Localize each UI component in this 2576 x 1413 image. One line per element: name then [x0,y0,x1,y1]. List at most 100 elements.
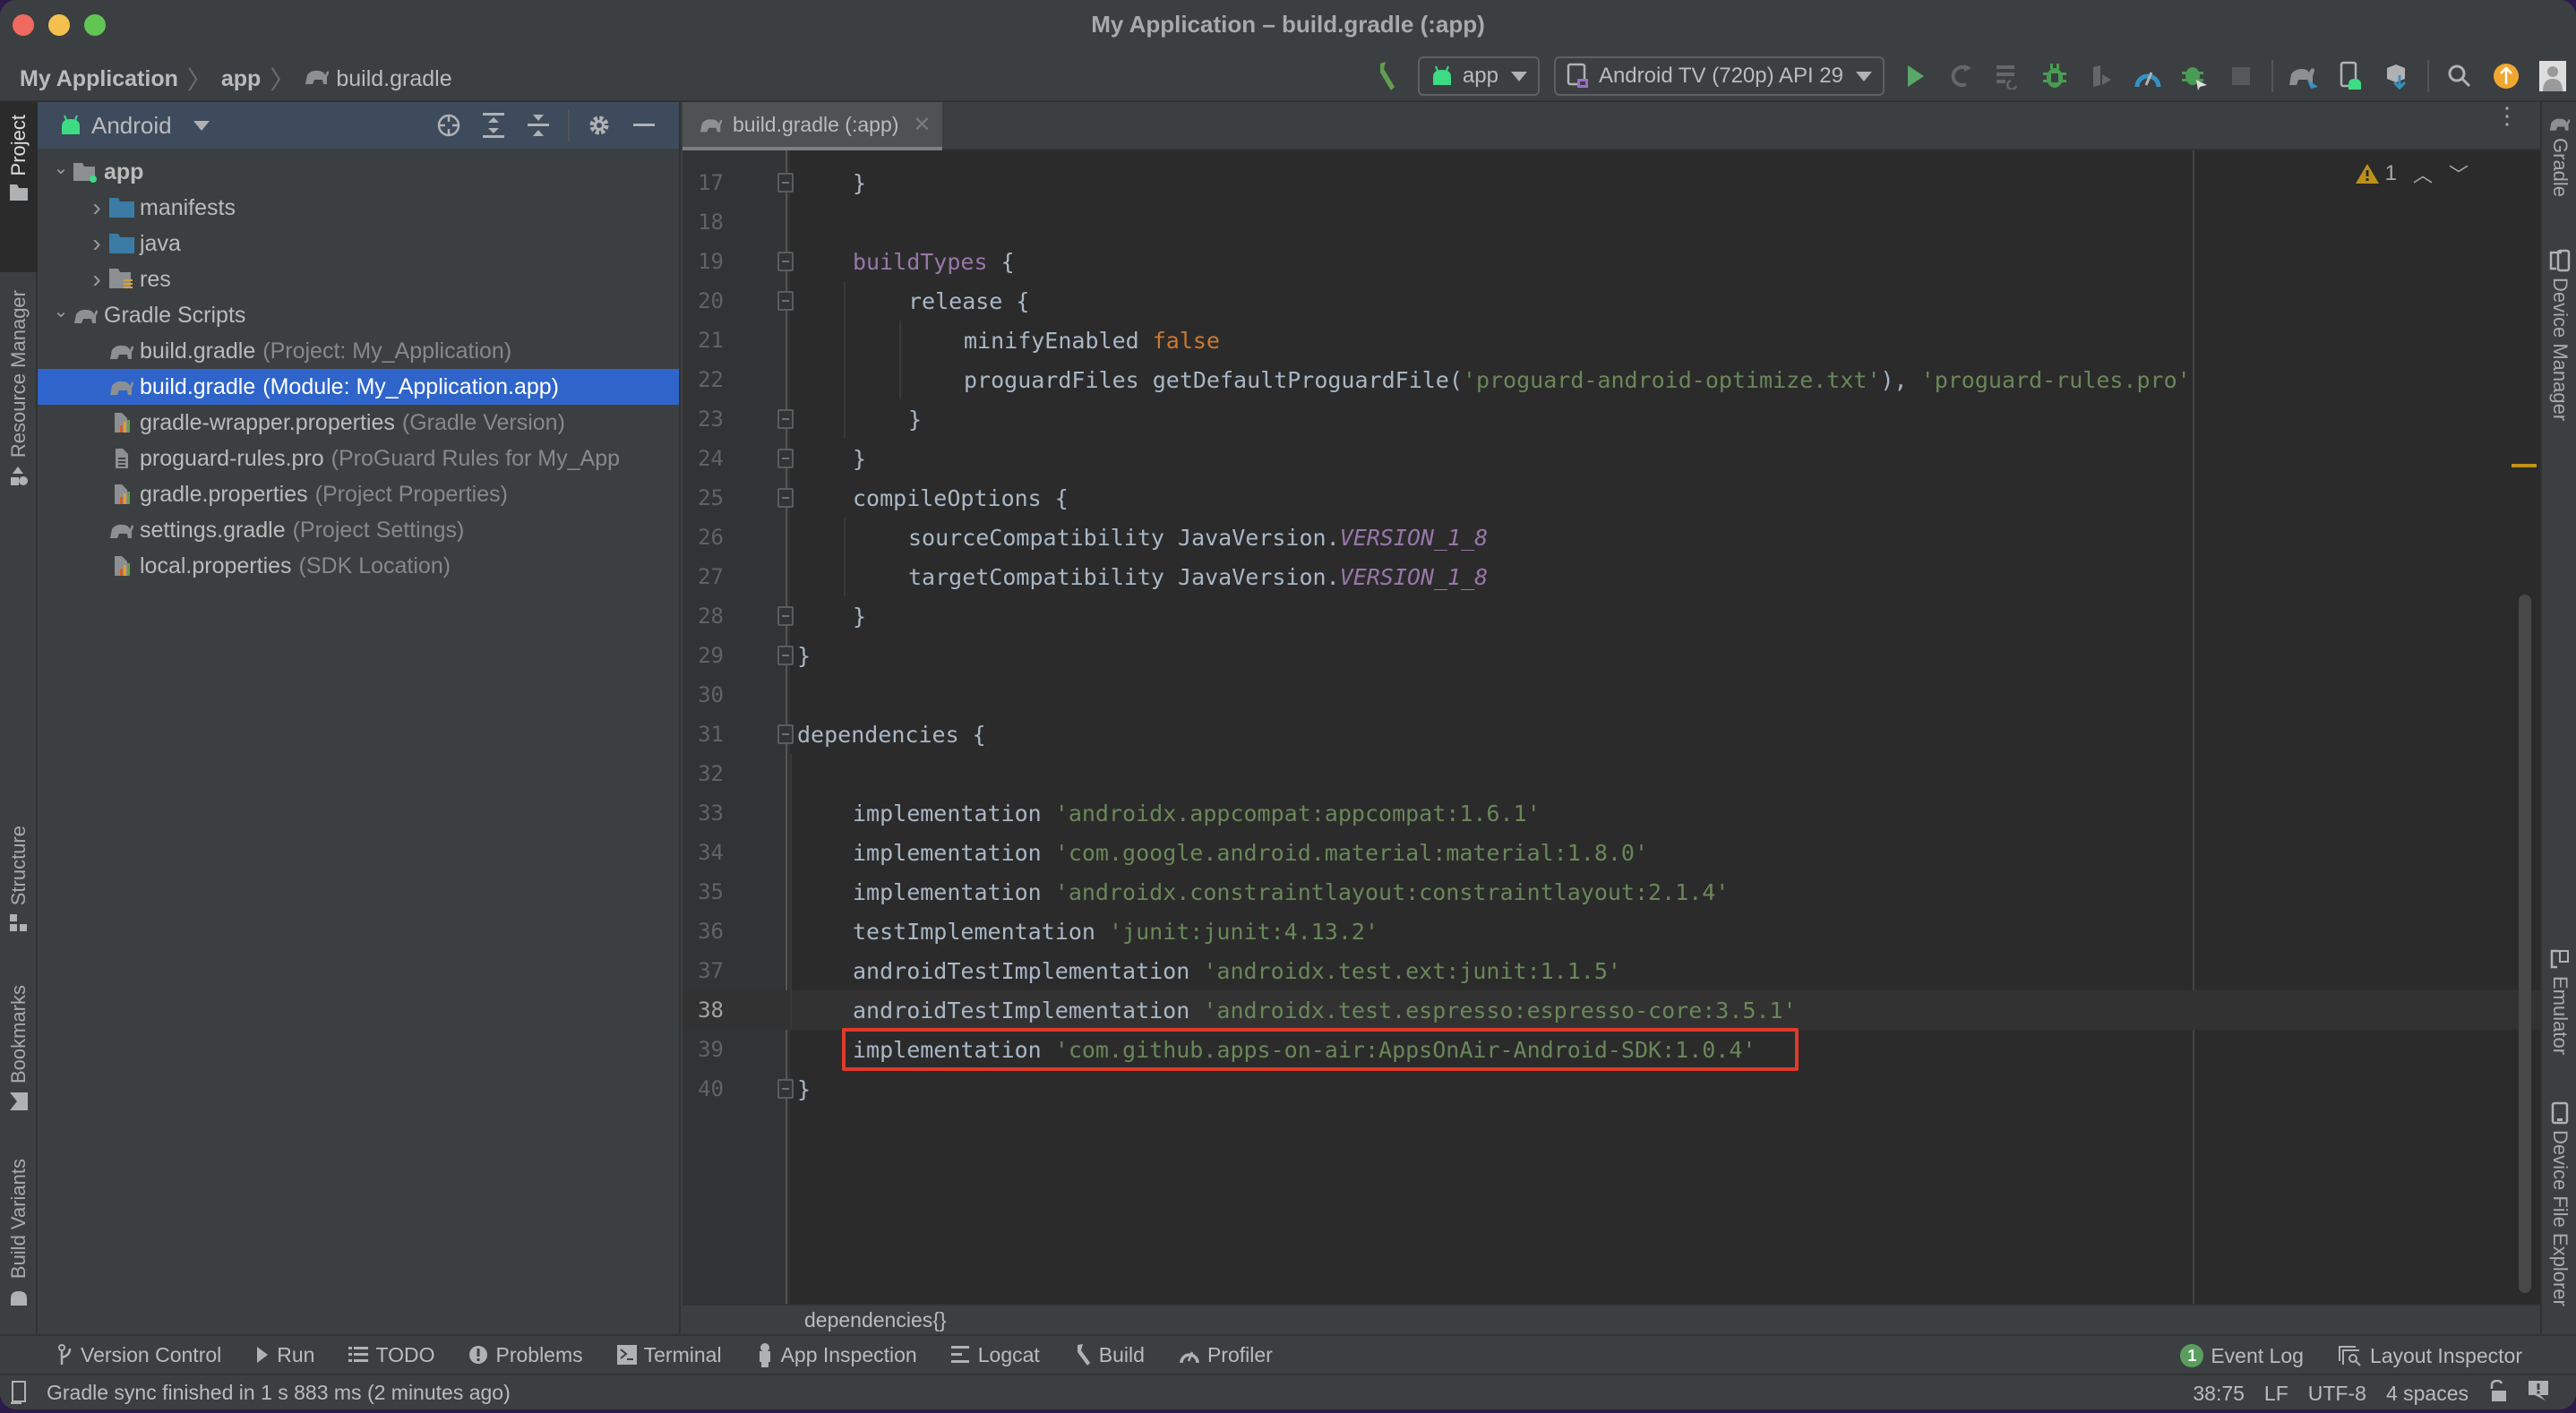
code-editor[interactable]: 17} 18 19 buildTypes {20 release {21 minifyEn… [683,150,2540,1304]
fold-marker-icon[interactable] [777,646,794,665]
code-line[interactable]: 38 androidTestImplementation 'androidx.te… [683,990,2540,1030]
tool-window-project[interactable]: Project [0,102,38,272]
tree-item[interactable]: build.gradle (Module: My_Application.app) [38,369,679,405]
fold-marker-icon[interactable] [777,1079,794,1099]
code-line[interactable]: 40} [683,1069,2540,1109]
minimize-icon[interactable] [626,107,662,143]
fold-marker-icon[interactable] [777,291,794,311]
code-line[interactable]: 29} [683,636,2540,675]
tool-window-app-inspection[interactable]: App Inspection [756,1342,917,1367]
toggle-tool-windows-icon[interactable] [9,1380,29,1405]
next-highlight-icon[interactable]: ﹀ [2449,159,2469,188]
tree-item[interactable]: proguard-rules.pro (ProGuard Rules for My… [38,441,679,476]
tree-item[interactable]: › res [38,261,679,297]
account-icon[interactable] [2535,58,2571,94]
fold-marker-icon[interactable] [777,173,794,193]
file-encoding[interactable]: UTF-8 [2308,1382,2366,1406]
feedback-icon[interactable] [2528,1380,2549,1407]
layout-inspector-button[interactable]: Layout Inspector [2338,1344,2522,1368]
fold-marker-icon[interactable] [777,252,794,271]
debug-icon[interactable] [2037,58,2073,94]
fold-marker-icon[interactable] [777,488,794,508]
breadcrumb-file[interactable]: build.gradle [336,66,451,92]
code-line[interactable]: 30 [683,675,2540,715]
expand-all-icon[interactable] [476,107,511,143]
code-line[interactable]: 35 implementation 'androidx.constraintlay… [683,872,2540,912]
tree-item[interactable]: gradle.properties (Project Properties) [38,476,679,512]
fold-marker-icon[interactable] [777,606,794,626]
sdk-manager-icon[interactable] [2379,58,2415,94]
code-line[interactable]: 23} [683,399,2540,439]
tree-item[interactable]: build.gradle (Project: My_Application) [38,333,679,369]
tree-item[interactable]: settings.gradle (Project Settings) [38,512,679,548]
apply-code-changes-icon[interactable] [1990,58,2026,94]
code-line[interactable]: 31 dependencies { [683,715,2540,754]
tool-window-resource-manager[interactable]: Resource Manager [0,290,38,486]
fold-marker-icon[interactable] [777,449,794,468]
fold-marker-icon[interactable] [777,724,794,744]
tree-item[interactable]: › java [38,226,679,261]
device-select[interactable]: Android TV (720p) API 29 [1553,56,1885,96]
status-message[interactable]: Gradle sync finished in 1 s 883 ms (2 mi… [47,1381,511,1405]
tool-window-build[interactable]: Build [1074,1343,1145,1367]
debug-attach-icon[interactable] [2177,58,2212,94]
tool-window-structure[interactable]: Structure [0,826,38,932]
code-line[interactable]: 34 implementation 'com.google.android.mat… [683,833,2540,872]
locate-file-icon[interactable] [431,107,467,143]
event-log-button[interactable]: 1 Event Log [2180,1344,2304,1368]
chevron-right-icon[interactable]: › [86,193,107,222]
run-icon[interactable] [1897,58,1933,94]
chevron-down-icon[interactable]: ⌄ [50,300,72,322]
chevron-down-icon[interactable]: ⌄ [50,157,72,179]
attach-debugger-icon[interactable] [2083,58,2119,94]
code-line[interactable]: 20 release { [683,281,2540,321]
editor-scrollbar[interactable] [2519,595,2531,1293]
code-line[interactable]: 28} [683,596,2540,636]
tool-window-problems[interactable]: Problems [468,1343,583,1367]
tool-window-gradle[interactable]: Gradle [2542,115,2576,197]
project-view-select[interactable]: Android [91,112,172,140]
code-line[interactable]: 22 proguardFiles getDefaultProguardFile('… [683,360,2540,399]
tool-window-run[interactable]: Run [255,1343,314,1367]
code-line[interactable]: 17} [683,163,2540,202]
chevron-down-icon[interactable] [193,120,210,131]
tool-window-todo[interactable]: TODO [348,1343,434,1367]
profile-icon[interactable] [2130,58,2166,94]
caret-position[interactable]: 38:75 [2193,1382,2245,1406]
hammer-icon[interactable] [1370,58,1405,94]
code-line[interactable]: 36 testImplementation 'junit:junit:4.13.2… [683,912,2540,951]
code-line[interactable]: 33 implementation 'androidx.appcompat:app… [683,793,2540,833]
breadcrumb-module[interactable]: app [221,66,261,92]
apply-changes-icon[interactable] [1944,58,1979,94]
tool-window-version-control[interactable]: Version Control [57,1343,221,1367]
tool-window-bookmarks[interactable]: Bookmarks [0,985,38,1111]
search-icon[interactable] [2442,58,2477,94]
tool-window-device-manager[interactable]: Device Manager [2542,249,2576,421]
gear-icon[interactable] [581,107,617,143]
tool-window-emulator[interactable]: Emulator [2542,949,2576,1055]
tool-window-build-variants[interactable]: Build Variants [0,1159,38,1306]
code-line[interactable]: 26 sourceCompatibility JavaVersion.VERSIO… [683,518,2540,557]
fold-marker-icon[interactable] [777,409,794,429]
stop-icon[interactable] [2223,58,2259,94]
line-separator[interactable]: LF [2264,1382,2288,1406]
tree-item[interactable]: ⌄ app [38,154,679,190]
code-line[interactable]: 21 minifyEnabled false [683,321,2540,360]
chevron-right-icon[interactable]: › [86,229,107,258]
tool-window-profiler[interactable]: Profiler [1179,1343,1273,1367]
tree-item[interactable]: local.properties (SDK Location) [38,548,679,584]
code-line[interactable]: 27 targetCompatibility JavaVersion.VERSIO… [683,557,2540,596]
editor-breadcrumb[interactable]: dependencies{} [683,1304,2540,1334]
previous-highlight-icon[interactable]: ︿ [2413,159,2433,188]
lock-icon[interactable] [2488,1379,2508,1407]
sync-gradle-icon[interactable] [2286,58,2322,94]
tree-item[interactable]: ⌄ Gradle Scripts [38,297,679,333]
code-line[interactable]: 37 androidTestImplementation 'androidx.te… [683,951,2540,990]
tool-window-device-file-explorer[interactable]: Device File Explorer [2542,1101,2576,1306]
inspection-widget[interactable]: 1 ︿ ﹀ [2355,159,2469,188]
tree-item[interactable]: gradle-wrapper.properties (Gradle Version… [38,405,679,441]
warning-stripe-marker[interactable] [2512,464,2537,467]
update-icon[interactable] [2488,58,2524,94]
indent-settings[interactable]: 4 spaces [2386,1382,2469,1406]
close-tab-icon[interactable]: ✕ [913,112,931,138]
